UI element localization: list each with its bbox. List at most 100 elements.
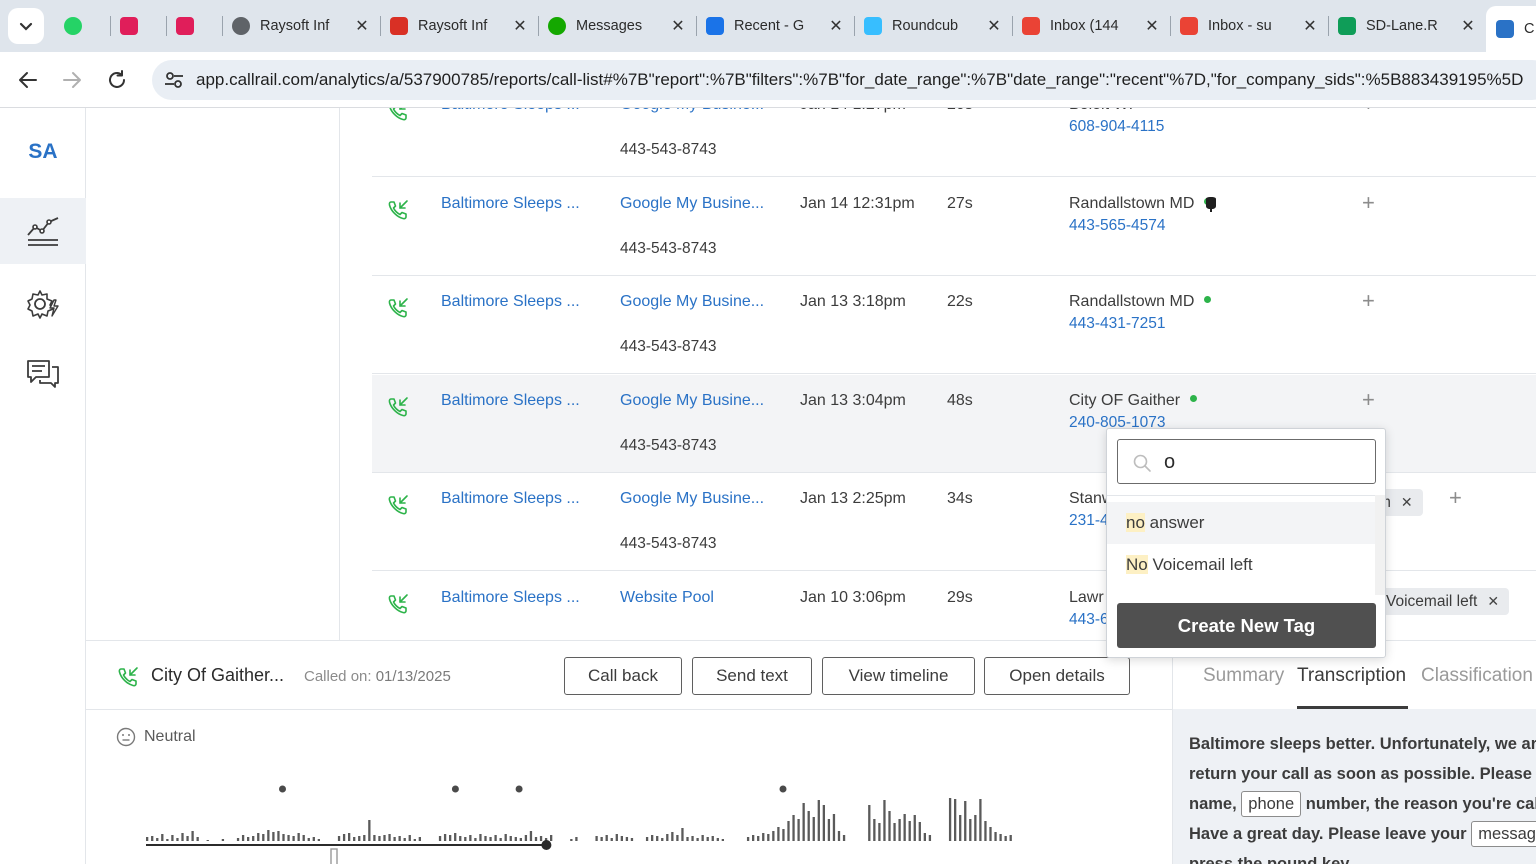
slack-icon xyxy=(120,17,138,35)
browser-tab[interactable] xyxy=(166,6,222,46)
pause-marker xyxy=(330,848,338,864)
tab-summary[interactable]: Summary xyxy=(1203,665,1284,687)
call-back-button[interactable]: Call back xyxy=(564,657,682,695)
source-link[interactable]: Google My Busine... xyxy=(620,490,764,508)
filter-sidebar xyxy=(86,108,340,640)
company-link[interactable]: Baltimore Sleeps ... xyxy=(441,392,580,410)
caller-phone-link[interactable]: 443-431-7251 xyxy=(1069,315,1166,333)
browser-tab[interactable]: Inbox (144 ✕ xyxy=(1012,6,1170,46)
caller-phone-link[interactable]: 443-6 xyxy=(1069,611,1109,629)
tracking-number: 443-543-8743 xyxy=(620,437,717,454)
waveform-bar xyxy=(181,833,184,841)
waveform-bar xyxy=(449,835,452,841)
waveform-bar xyxy=(262,834,265,841)
tag-chip: Voicemail left ✕ xyxy=(1376,588,1510,615)
tag-option-no-voicemail-left[interactable]: No Voicemail left xyxy=(1107,544,1375,586)
browser-tab[interactable]: C xyxy=(1486,6,1536,52)
tab-title: Inbox - su xyxy=(1208,18,1272,34)
browser-tab[interactable]: Raysoft Inf ✕ xyxy=(380,6,538,46)
table-row[interactable]: Baltimore Sleeps ... Google My Busine... 4… xyxy=(372,108,1536,177)
tab-transcription[interactable]: Transcription xyxy=(1297,665,1406,687)
browser-tab[interactable]: Recent - G ✕ xyxy=(696,6,854,46)
waveform-bar xyxy=(630,838,634,841)
company-link[interactable]: Baltimore Sleeps ... xyxy=(441,195,580,213)
close-tab-icon[interactable]: ✕ xyxy=(1460,16,1476,36)
option-rest: Voicemail left xyxy=(1147,555,1253,574)
waveform-bar xyxy=(651,835,654,841)
waveform-bar xyxy=(282,834,285,841)
waveform-bar xyxy=(206,840,209,841)
waveform-bar xyxy=(353,837,356,841)
waveform-bar xyxy=(257,833,260,841)
dropdown-scrollbar[interactable] xyxy=(1375,495,1385,595)
source-link[interactable]: Google My Busine... xyxy=(620,108,764,114)
waveform-bar xyxy=(984,821,987,841)
browser-tab[interactable] xyxy=(110,6,166,46)
redacted-phone: phone xyxy=(1241,791,1302,817)
remove-tag-icon[interactable]: ✕ xyxy=(1401,494,1413,510)
waveform-bar xyxy=(832,814,836,841)
waveform-bar xyxy=(247,837,250,841)
nav-settings[interactable] xyxy=(0,271,86,337)
waveform-bar xyxy=(923,833,926,841)
source-link[interactable]: Google My Busine... xyxy=(620,293,764,311)
source-link[interactable]: Website Pool xyxy=(620,589,714,607)
add-tag-button[interactable]: + xyxy=(1449,485,1462,511)
add-tag-button[interactable]: + xyxy=(1362,190,1375,216)
remove-tag-icon[interactable]: ✕ xyxy=(1487,593,1499,609)
source-link[interactable]: Google My Busine... xyxy=(620,195,764,213)
tag-option-no-answer[interactable]: no answer xyxy=(1107,502,1375,544)
add-tag-button[interactable]: + xyxy=(1362,288,1375,314)
site-info-icon[interactable] xyxy=(162,68,186,92)
table-row[interactable]: Baltimore Sleeps ... Google My Busine... 4… xyxy=(372,178,1536,276)
tab-title: Raysoft Inf xyxy=(418,18,488,34)
close-tab-icon[interactable]: ✕ xyxy=(986,16,1002,36)
omnibox[interactable]: app.callrail.com/analytics/a/537900785/r… xyxy=(152,60,1536,100)
keyword-marker xyxy=(779,785,787,793)
browser-tab[interactable]: Raysoft Inf ✕ xyxy=(222,6,380,46)
tab-classification[interactable]: Classification xyxy=(1421,665,1533,687)
source-link[interactable]: Google My Busine... xyxy=(620,392,764,410)
browser-tab[interactable] xyxy=(54,6,110,46)
company-link[interactable]: Baltimore Sleeps ... xyxy=(441,293,580,311)
tracking-number: 443-543-8743 xyxy=(620,240,717,257)
nav-messages[interactable] xyxy=(0,340,86,406)
company-link[interactable]: Baltimore Sleeps ... xyxy=(441,108,580,114)
close-tab-icon[interactable]: ✕ xyxy=(828,16,844,36)
browser-tab[interactable]: Messages ✕ xyxy=(538,6,696,46)
nav-analytics[interactable] xyxy=(0,198,86,264)
open-details-button[interactable]: Open details xyxy=(984,657,1130,695)
company-link[interactable]: Baltimore Sleeps ... xyxy=(441,490,580,508)
caller-phone-link[interactable]: 231-4 xyxy=(1069,512,1109,530)
forward-button[interactable] xyxy=(58,66,86,94)
close-tab-icon[interactable]: ✕ xyxy=(670,16,686,36)
add-tag-button[interactable]: + xyxy=(1362,387,1375,413)
browser-tab[interactable]: Roundcub ✕ xyxy=(854,6,1012,46)
browser-tab[interactable]: Inbox - su ✕ xyxy=(1170,6,1328,46)
company-link[interactable]: Baltimore Sleeps ... xyxy=(441,589,580,607)
waveform-bar xyxy=(252,836,255,841)
waveform-bar xyxy=(615,834,618,841)
caller-phone-link[interactable]: 443-565-4574 xyxy=(1069,217,1166,235)
waveform-bar xyxy=(529,831,533,841)
close-tab-icon[interactable]: ✕ xyxy=(354,16,370,36)
account-initials[interactable]: SA xyxy=(0,140,86,164)
browser-tab[interactable]: SD-Lane.R ✕ xyxy=(1328,6,1486,46)
close-tab-icon[interactable]: ✕ xyxy=(1302,16,1318,36)
close-tab-icon[interactable]: ✕ xyxy=(512,16,528,36)
waveform-bar xyxy=(964,801,967,841)
caller-phone-link[interactable]: 608-904-4115 xyxy=(1069,118,1164,136)
audio-waveform[interactable] xyxy=(141,781,1051,864)
table-row[interactable]: Baltimore Sleeps ... Google My Busine... 4… xyxy=(372,276,1536,374)
add-tag-button[interactable]: + xyxy=(1362,108,1375,117)
callrail-icon xyxy=(1496,20,1514,38)
view-timeline-button[interactable]: View timeline xyxy=(822,657,975,695)
close-tab-icon[interactable]: ✕ xyxy=(1144,16,1160,36)
reload-button[interactable] xyxy=(103,66,131,94)
tab-search-button[interactable] xyxy=(8,8,44,44)
back-button[interactable] xyxy=(14,66,42,94)
create-new-tag-button[interactable]: Create New Tag xyxy=(1117,603,1376,648)
option-rest: answer xyxy=(1144,513,1205,532)
tag-search-input[interactable]: o xyxy=(1117,439,1376,484)
send-text-button[interactable]: Send text xyxy=(692,657,812,695)
